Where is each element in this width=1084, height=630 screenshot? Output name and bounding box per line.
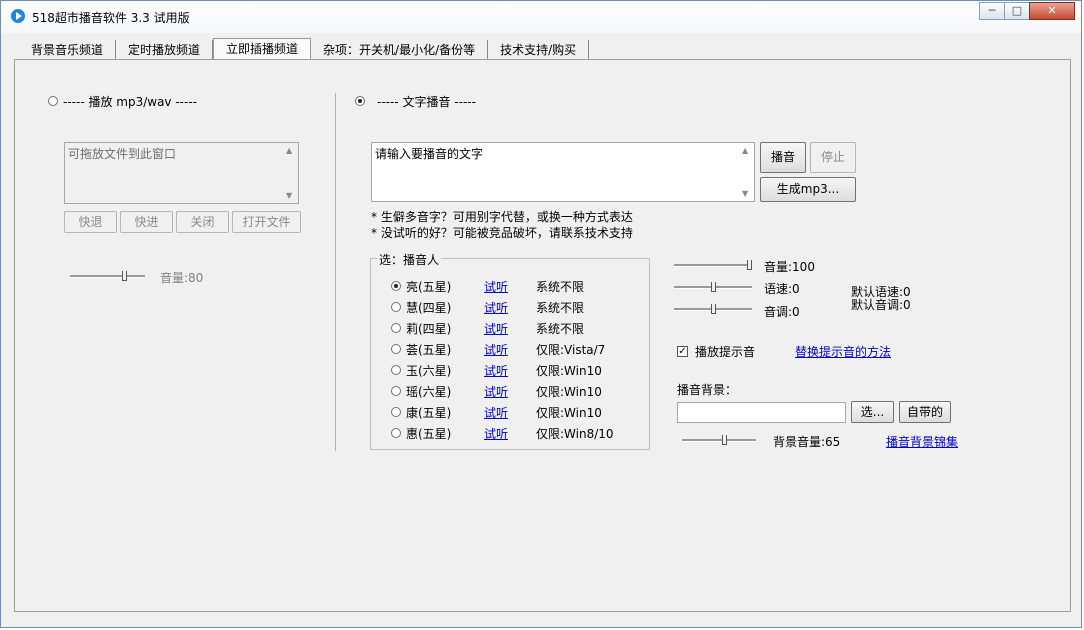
drop-file-placeholder: 可拖放文件到此窗口 bbox=[68, 147, 177, 161]
section-divider bbox=[335, 93, 336, 451]
voice-radio[interactable] bbox=[391, 365, 401, 375]
slider-thumb[interactable] bbox=[711, 304, 716, 314]
forward-button[interactable]: 快进 bbox=[120, 211, 173, 233]
app-window: 518超市播音软件 3.3 试用版 ─ □ ✕ 背景音乐频道 定时播放频道 立即… bbox=[0, 0, 1082, 628]
voice-listen-link[interactable]: 试听 bbox=[484, 362, 508, 379]
mp3-volume-label: 音量:80 bbox=[160, 271, 204, 285]
window-title: 518超市播音软件 3.3 试用版 bbox=[32, 11, 190, 25]
voice-system-limit: 仅限:Win10 bbox=[536, 385, 602, 399]
close-button[interactable]: ✕ bbox=[1029, 2, 1075, 20]
tts-pitch-label: 音调:0 bbox=[764, 305, 800, 319]
background-volume-label: 背景音量:65 bbox=[773, 435, 841, 449]
choose-background-button[interactable]: 选... bbox=[851, 401, 894, 423]
tab-scheduled[interactable]: 定时播放频道 bbox=[116, 40, 214, 60]
mp3-mode-label: ----- 播放 mp3/wav ----- bbox=[63, 95, 197, 109]
slider-thumb[interactable] bbox=[722, 435, 727, 445]
replace-prompt-link[interactable]: 替换提示音的方法 bbox=[795, 343, 891, 360]
voice-name: 荟(五星) bbox=[406, 343, 452, 357]
mp3-volume-slider[interactable] bbox=[70, 271, 145, 281]
voice-system-limit: 仅限:Win8/10 bbox=[536, 427, 614, 441]
voice-radio[interactable] bbox=[391, 281, 401, 291]
tip-contact-support: * 没试听的好？可能被竞品破坏，请联系技术支持 bbox=[371, 226, 633, 240]
tts-speed-slider[interactable] bbox=[674, 282, 752, 292]
background-collection-link[interactable]: 播音背景锦集 bbox=[886, 433, 958, 450]
maximize-button[interactable]: □ bbox=[1004, 2, 1030, 20]
slider-thumb[interactable] bbox=[747, 260, 752, 270]
voice-system-limit: 仅限:Win10 bbox=[536, 364, 602, 378]
slider-thumb[interactable] bbox=[122, 271, 127, 281]
voice-listen-link[interactable]: 试听 bbox=[484, 404, 508, 421]
stop-button[interactable]: 停止 bbox=[810, 142, 856, 173]
voice-radio[interactable] bbox=[391, 386, 401, 396]
background-volume-slider[interactable] bbox=[682, 435, 756, 445]
prompt-sound-label: 播放提示音 bbox=[695, 345, 756, 359]
voice-name: 慧(四星) bbox=[406, 301, 452, 315]
tts-text-value: 请输入要播音的文字 bbox=[375, 147, 484, 161]
voice-name: 瑶(六星) bbox=[406, 385, 452, 399]
slider-track bbox=[674, 264, 752, 267]
text-mode-label: ----- 文字播音 ----- bbox=[377, 95, 476, 109]
tab-panel: ----- 播放 mp3/wav ----- 可拖放文件到此窗口 ▲ ▼ 快退 … bbox=[14, 59, 1071, 612]
tab-misc[interactable]: 杂项：开关机/最小化/备份等 bbox=[311, 40, 489, 60]
slider-thumb[interactable] bbox=[711, 282, 716, 292]
voice-listen-link[interactable]: 试听 bbox=[484, 278, 508, 295]
tts-volume-label: 音量:100 bbox=[764, 260, 815, 274]
voice-name: 惠(五星) bbox=[406, 427, 452, 441]
voice-system-limit: 系统不限 bbox=[536, 280, 585, 294]
voice-system-limit: 系统不限 bbox=[536, 322, 585, 336]
voice-listen-link[interactable]: 试听 bbox=[484, 425, 508, 442]
default-pitch-label: 默认音调:0 bbox=[851, 298, 911, 312]
tab-bar: 背景音乐频道 定时播放频道 立即插播频道 杂项：开关机/最小化/备份等 技术支持… bbox=[19, 38, 590, 61]
scroll-up-icon: ▲ bbox=[286, 146, 293, 155]
voice-radio[interactable] bbox=[391, 323, 401, 333]
voice-radio[interactable] bbox=[391, 428, 401, 438]
title-bar: 518超市播音软件 3.3 试用版 ─ □ ✕ bbox=[1, 1, 1081, 33]
voice-name: 亮(五星) bbox=[406, 280, 452, 294]
tts-volume-slider[interactable] bbox=[674, 260, 752, 270]
mp3-mode-radio[interactable] bbox=[48, 96, 58, 106]
voice-radio[interactable] bbox=[391, 344, 401, 354]
scroll-down-icon: ▼ bbox=[742, 189, 749, 198]
tts-pitch-slider[interactable] bbox=[674, 304, 752, 314]
app-logo-icon bbox=[11, 9, 25, 23]
tts-speed-label: 语速:0 bbox=[764, 282, 800, 296]
close-file-button[interactable]: 关闭 bbox=[176, 211, 229, 233]
voice-name: 康(五星) bbox=[406, 406, 452, 420]
voice-system-limit: 仅限:Vista/7 bbox=[536, 343, 606, 357]
voice-system-limit: 系统不限 bbox=[536, 301, 585, 315]
voice-listen-link[interactable]: 试听 bbox=[484, 383, 508, 400]
generate-mp3-button[interactable]: 生成mp3... bbox=[760, 177, 856, 202]
window-controls: ─ □ ✕ bbox=[979, 2, 1075, 20]
voice-system-limit: 仅限:Win10 bbox=[536, 406, 602, 420]
drop-area-scrollbar[interactable]: ▲ ▼ bbox=[282, 143, 298, 203]
tab-support[interactable]: 技术支持/购买 bbox=[488, 40, 590, 60]
builtin-background-button[interactable]: 自带的 bbox=[899, 401, 951, 423]
rewind-button[interactable]: 快退 bbox=[64, 211, 117, 233]
voice-listen-link[interactable]: 试听 bbox=[484, 341, 508, 358]
voice-name: 玉(六星) bbox=[406, 364, 452, 378]
voice-radio[interactable] bbox=[391, 302, 401, 312]
minimize-button[interactable]: ─ bbox=[979, 2, 1005, 20]
voice-radio[interactable] bbox=[391, 407, 401, 417]
background-label: 播音背景： bbox=[677, 383, 738, 397]
tts-text-input[interactable]: 请输入要播音的文字 ▲ ▼ bbox=[371, 142, 755, 202]
slider-track bbox=[70, 275, 145, 278]
voice-group-title: 选：播音人 bbox=[377, 251, 442, 268]
text-mode-radio[interactable] bbox=[355, 96, 365, 106]
prompt-sound-checkbox[interactable]: ✓ bbox=[677, 346, 688, 357]
tip-rare-characters: * 生僻多音字？可用别字代替，或换一种方式表达 bbox=[371, 210, 633, 224]
tts-scrollbar[interactable]: ▲ ▼ bbox=[738, 143, 754, 201]
tab-instant[interactable]: 立即插播频道 bbox=[213, 38, 312, 61]
slider-track bbox=[682, 439, 756, 442]
open-file-button[interactable]: 打开文件 bbox=[232, 211, 301, 233]
speak-button[interactable]: 播音 bbox=[760, 142, 806, 173]
tab-background-music[interactable]: 背景音乐频道 bbox=[19, 40, 117, 60]
voice-listen-link[interactable]: 试听 bbox=[484, 320, 508, 337]
scroll-down-icon: ▼ bbox=[286, 191, 293, 200]
voice-name: 莉(四星) bbox=[406, 322, 452, 336]
background-file-input[interactable] bbox=[677, 402, 846, 423]
drop-file-area[interactable]: 可拖放文件到此窗口 ▲ ▼ bbox=[64, 142, 299, 204]
voice-listen-link[interactable]: 试听 bbox=[484, 299, 508, 316]
scroll-up-icon: ▲ bbox=[742, 146, 749, 155]
